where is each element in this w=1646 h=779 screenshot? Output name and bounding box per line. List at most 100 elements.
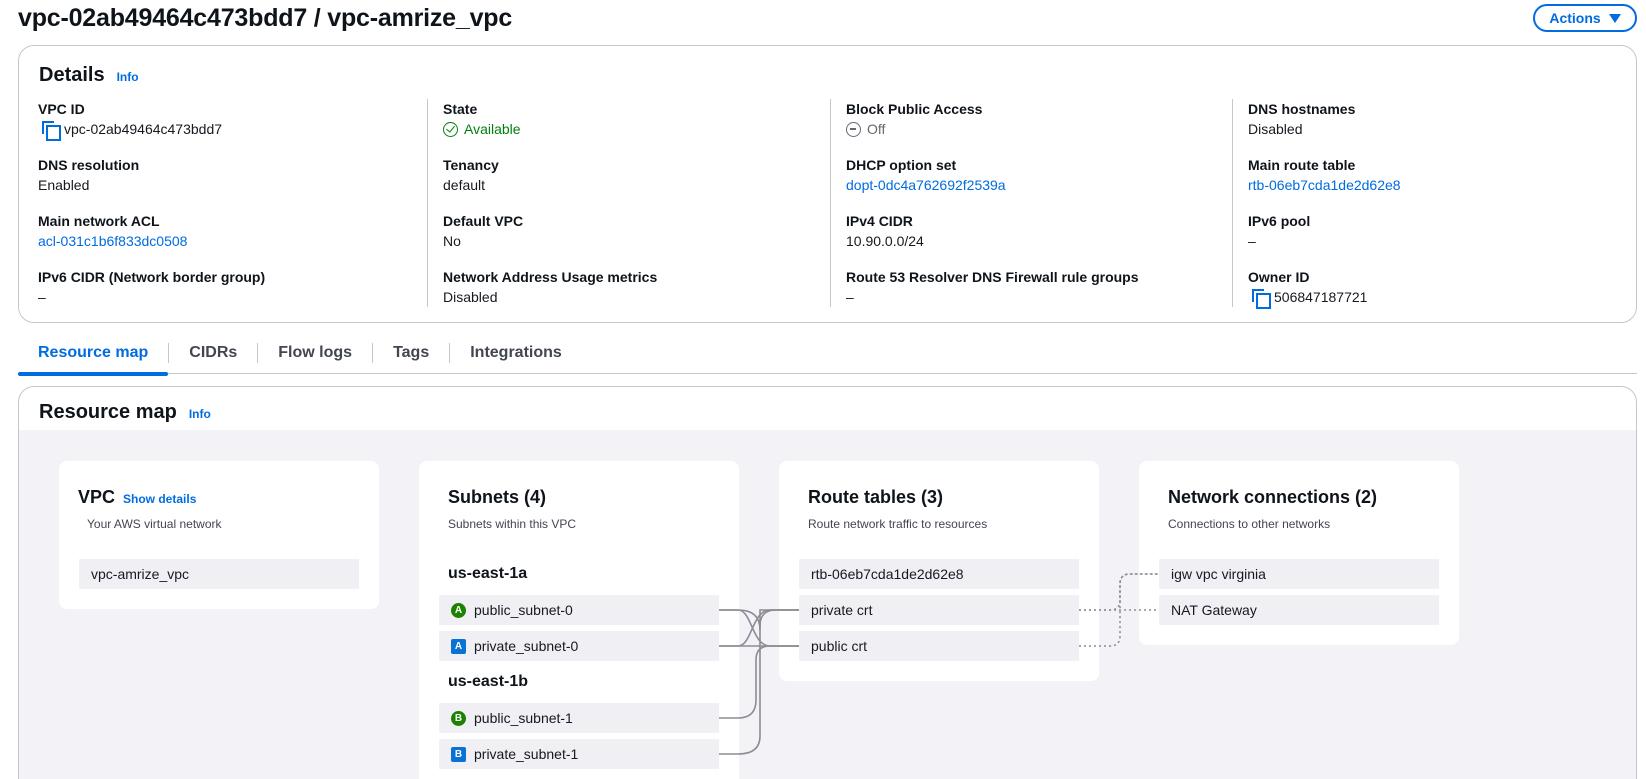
detail-label: Tenancy xyxy=(443,157,499,173)
route-table-label: public crt xyxy=(811,638,868,654)
detail-label: IPv4 CIDR xyxy=(846,213,913,229)
resource-map-title: Resource map xyxy=(39,401,177,423)
subnets-card-subtitle: Subnets within this VPC xyxy=(448,517,577,531)
detail-label: Network Address Usage metrics xyxy=(443,269,658,285)
detail-value: 506847187721 xyxy=(1274,289,1368,305)
tab-flow-logs[interactable]: Flow logs xyxy=(258,332,372,374)
route-table-item[interactable]: rtb-06eb7cda1de2d62e8 xyxy=(799,559,1079,589)
actions-button[interactable]: Actions xyxy=(1533,4,1637,32)
details-column-1: VPC ID vpc-02ab49464c473bdd7 DNS resolut… xyxy=(38,99,418,323)
tab-resource-map[interactable]: Resource map xyxy=(18,332,169,376)
details-column-4: DNS hostnames Disabled Main route table … xyxy=(1248,99,1628,323)
tab-integrations[interactable]: Integrations xyxy=(450,332,582,374)
tab-bar: Resource map CIDRs Flow logs Tags Integr… xyxy=(18,332,1637,376)
caret-down-icon xyxy=(1608,13,1621,23)
public-subnet-icon: A xyxy=(451,602,466,618)
vpc-item-label: vpc-amrize_vpc xyxy=(91,566,190,582)
vpc-item[interactable]: vpc-amrize_vpc xyxy=(79,559,359,589)
detail-dhcp-option-set: DHCP option set dopt-0dc4a762692f2539a xyxy=(846,155,1226,211)
off-icon xyxy=(846,121,861,137)
detail-value: – xyxy=(38,289,46,305)
subnet-item[interactable]: B private_subnet-1 xyxy=(439,739,719,769)
route-table-item[interactable]: public crt xyxy=(799,631,1079,661)
detail-label: DNS resolution xyxy=(38,157,140,173)
detail-label: Route 53 Resolver DNS Firewall rule grou… xyxy=(846,269,1139,285)
detail-label: Main network ACL xyxy=(38,213,160,229)
subnet-item[interactable]: A private_subnet-0 xyxy=(439,631,719,661)
detail-ipv6-cidr: IPv6 CIDR (Network border group) – xyxy=(38,267,418,323)
subnet-item[interactable]: B public_subnet-1 xyxy=(439,703,719,733)
subnet-label: private_subnet-1 xyxy=(474,746,579,762)
details-header: Details Info xyxy=(39,64,139,87)
detail-label: Default VPC xyxy=(443,213,524,229)
details-panel: Details Info VPC ID vpc-02ab49464c473bdd… xyxy=(18,45,1637,323)
detail-tenancy: Tenancy default xyxy=(443,155,823,211)
dhcp-link[interactable]: dopt-0dc4a762692f2539a xyxy=(846,175,1226,195)
detail-label: Main route table xyxy=(1248,157,1356,173)
private-subnet-icon: A xyxy=(451,638,466,654)
detail-nau-metrics: Network Address Usage metrics Disabled xyxy=(443,267,823,323)
detail-dns-hostnames: DNS hostnames Disabled xyxy=(1248,99,1628,155)
detail-label: VPC ID xyxy=(38,101,85,117)
acl-link[interactable]: acl-031c1b6f833dc0508 xyxy=(38,231,418,251)
detail-owner-id: Owner ID 506847187721 xyxy=(1248,267,1628,323)
route-table-label: rtb-06eb7cda1de2d62e8 xyxy=(811,566,964,582)
route-tables-card-subtitle: Route network traffic to resources xyxy=(808,517,988,531)
detail-label: IPv6 CIDR (Network border group) xyxy=(38,269,266,285)
tab-cidrs[interactable]: CIDRs xyxy=(169,332,257,374)
subnet-item[interactable]: A public_subnet-0 xyxy=(439,595,719,625)
detail-dns-resolution: DNS resolution Enabled xyxy=(38,155,418,211)
vpc-card-title: VPC xyxy=(78,487,116,507)
copy-icon[interactable] xyxy=(1252,289,1271,309)
detail-main-network-acl: Main network ACL acl-031c1b6f833dc0508 xyxy=(38,211,418,267)
route-table-item[interactable]: private crt xyxy=(799,595,1079,625)
tab-tags[interactable]: Tags xyxy=(373,332,449,374)
route-table-label: private crt xyxy=(811,602,873,618)
copy-icon[interactable] xyxy=(42,121,61,141)
detail-ipv4-cidr: IPv4 CIDR 10.90.0.0/24 xyxy=(846,211,1226,267)
subnet-label: public_subnet-1 xyxy=(474,710,573,726)
detail-label: IPv6 pool xyxy=(1248,213,1311,229)
details-title: Details xyxy=(39,64,105,86)
detail-value: Off xyxy=(867,121,886,137)
network-connections-card-subtitle: Connections to other networks xyxy=(1168,517,1331,531)
details-info-link[interactable]: Info xyxy=(117,70,139,84)
detail-label: Owner ID xyxy=(1248,269,1310,285)
network-connection-item[interactable]: NAT Gateway xyxy=(1159,595,1439,625)
az-label-us-east-1a: us-east-1a xyxy=(448,565,528,582)
detail-block-public-access: Block Public Access Off xyxy=(846,99,1226,155)
detail-value: Disabled xyxy=(1248,121,1303,137)
column-divider xyxy=(427,99,428,307)
detail-value: 10.90.0.0/24 xyxy=(846,233,924,249)
detail-ipv6-pool: IPv6 pool – xyxy=(1248,211,1628,267)
detail-label: DHCP option set xyxy=(846,157,957,173)
resource-map-info-link[interactable]: Info xyxy=(189,407,211,421)
column-divider xyxy=(1232,99,1233,307)
detail-default-vpc: Default VPC No xyxy=(443,211,823,267)
subnet-label: private_subnet-0 xyxy=(474,638,579,654)
detail-state: State Available xyxy=(443,99,823,155)
detail-label: State xyxy=(443,101,478,117)
subnet-label: public_subnet-0 xyxy=(474,602,573,618)
network-connection-label: NAT Gateway xyxy=(1171,602,1257,618)
route-tables-card-title: Route tables (3) xyxy=(808,487,944,507)
detail-value: vpc-02ab49464c473bdd7 xyxy=(64,121,223,137)
status-value: Available xyxy=(464,121,521,137)
details-column-2: State Available Tenancy default Default … xyxy=(443,99,823,323)
actions-label: Actions xyxy=(1549,10,1601,26)
detail-value: – xyxy=(846,289,854,305)
route-table-link[interactable]: rtb-06eb7cda1de2d62e8 xyxy=(1248,175,1628,195)
detail-label: Block Public Access xyxy=(846,101,983,117)
detail-value: Disabled xyxy=(443,289,498,305)
detail-vpc-id: VPC ID vpc-02ab49464c473bdd7 xyxy=(38,99,418,155)
public-subnet-icon: B xyxy=(451,710,466,726)
detail-value: default xyxy=(443,177,486,193)
status-check-icon xyxy=(443,121,458,137)
network-connection-item[interactable]: igw vpc virginia xyxy=(1159,559,1439,589)
page-title: vpc-02ab49464c473bdd7 / vpc-amrize_vpc xyxy=(18,4,513,32)
network-connections-card-title: Network connections (2) xyxy=(1168,487,1378,507)
show-details-link[interactable]: Show details xyxy=(123,492,196,506)
detail-route53-firewall: Route 53 Resolver DNS Firewall rule grou… xyxy=(846,267,1226,323)
detail-value: Enabled xyxy=(38,177,90,193)
details-column-3: Block Public Access Off DHCP option set … xyxy=(846,99,1226,323)
